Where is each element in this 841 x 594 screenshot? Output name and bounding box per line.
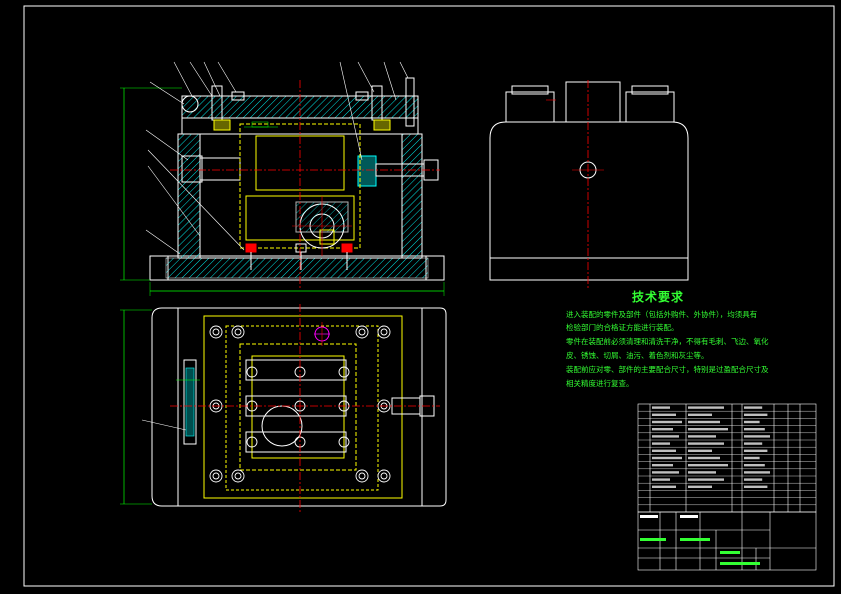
- parts-list-text-glyph: [688, 420, 720, 424]
- title-block-text-glyph: [680, 538, 710, 541]
- parts-list-text-glyph: [744, 456, 760, 460]
- parts-list-text-glyph: [652, 406, 670, 409]
- parts-list-text-glyph: [652, 485, 676, 488]
- parts-list-text-glyph: [652, 442, 670, 445]
- parts-list-text-glyph: [744, 471, 770, 474]
- parts-list-text-glyph: [744, 406, 763, 409]
- parts-list-text-glyph: [652, 428, 673, 431]
- front-left-wall: [177, 133, 201, 259]
- title-block-text-glyph: [680, 515, 698, 518]
- parts-list-text-glyph: [652, 435, 679, 438]
- parts-list-text-glyph: [744, 413, 768, 416]
- technical-requirement-line: 进入装配的零件及部件（包括外购件、外协件），均须具有: [566, 310, 758, 319]
- parts-list-text-glyph: [652, 420, 682, 424]
- parts-list-text-glyph: [744, 435, 770, 438]
- parts-list-text-glyph: [688, 464, 728, 467]
- parts-list-text-glyph: [744, 442, 763, 445]
- top-view: [120, 304, 447, 512]
- parts-list-text-glyph: [652, 456, 682, 460]
- title-block-text-glyph: [640, 515, 658, 518]
- technical-requirement-line: 皮、锈蚀、切屑、油污、着色剂和灰尘等。: [566, 351, 709, 360]
- parts-list-text-glyph: [688, 456, 720, 460]
- parts-list-text-glyph: [688, 413, 712, 416]
- parts-list-text-glyph: [688, 442, 724, 445]
- front-view: [120, 61, 445, 296]
- parts-list-text-glyph: [744, 478, 763, 481]
- parts-list-text-glyph: [688, 485, 712, 488]
- parts-list-text-glyph: [744, 485, 768, 488]
- top-workpiece: [239, 343, 357, 471]
- parts-list-text-glyph: [744, 449, 768, 452]
- parts-list-text-glyph: [744, 464, 765, 467]
- parts-list-text-glyph: [688, 428, 728, 431]
- technical-requirement-line: 相关精度进行复查。: [566, 379, 634, 388]
- parts-list-rows: [638, 406, 816, 505]
- technical-requirement-line: 零件在装配前必须清理和清洗干净，不得有毛刺、飞边、氧化: [566, 337, 769, 346]
- technical-requirement-line: 装配前应对零、部件的主要配合尺寸，特别是过盈配合尺寸及: [566, 365, 769, 374]
- parts-list-text-glyph: [652, 471, 679, 474]
- parts-list-text-glyph: [688, 471, 716, 474]
- sheet-border: [23, 5, 835, 587]
- parts-list-text-glyph: [688, 435, 716, 438]
- technical-requirement-line: 检验部门的合格证方能进行装配。: [566, 323, 679, 332]
- parts-list-text-glyph: [744, 428, 765, 431]
- front-right-wall: [401, 133, 423, 259]
- parts-list-text-glyph: [744, 420, 760, 424]
- side-view: [489, 80, 689, 290]
- technical-requirements-title: 技术要求: [632, 290, 685, 304]
- title-block-text-glyph: [720, 562, 760, 565]
- cad-drawing-sheet: [23, 5, 835, 587]
- parts-list-text-glyph: [652, 413, 676, 416]
- title-block-text-glyph: [640, 538, 666, 541]
- parts-list-text-glyph: [688, 406, 724, 409]
- parts-list-text-glyph: [688, 449, 712, 452]
- parts-list-text-glyph: [688, 478, 724, 481]
- parts-list-text-glyph: [652, 449, 676, 452]
- parts-list-text-glyph: [652, 478, 670, 481]
- parts-list-text-glyph: [652, 464, 673, 467]
- title-block-text-glyph: [720, 551, 740, 554]
